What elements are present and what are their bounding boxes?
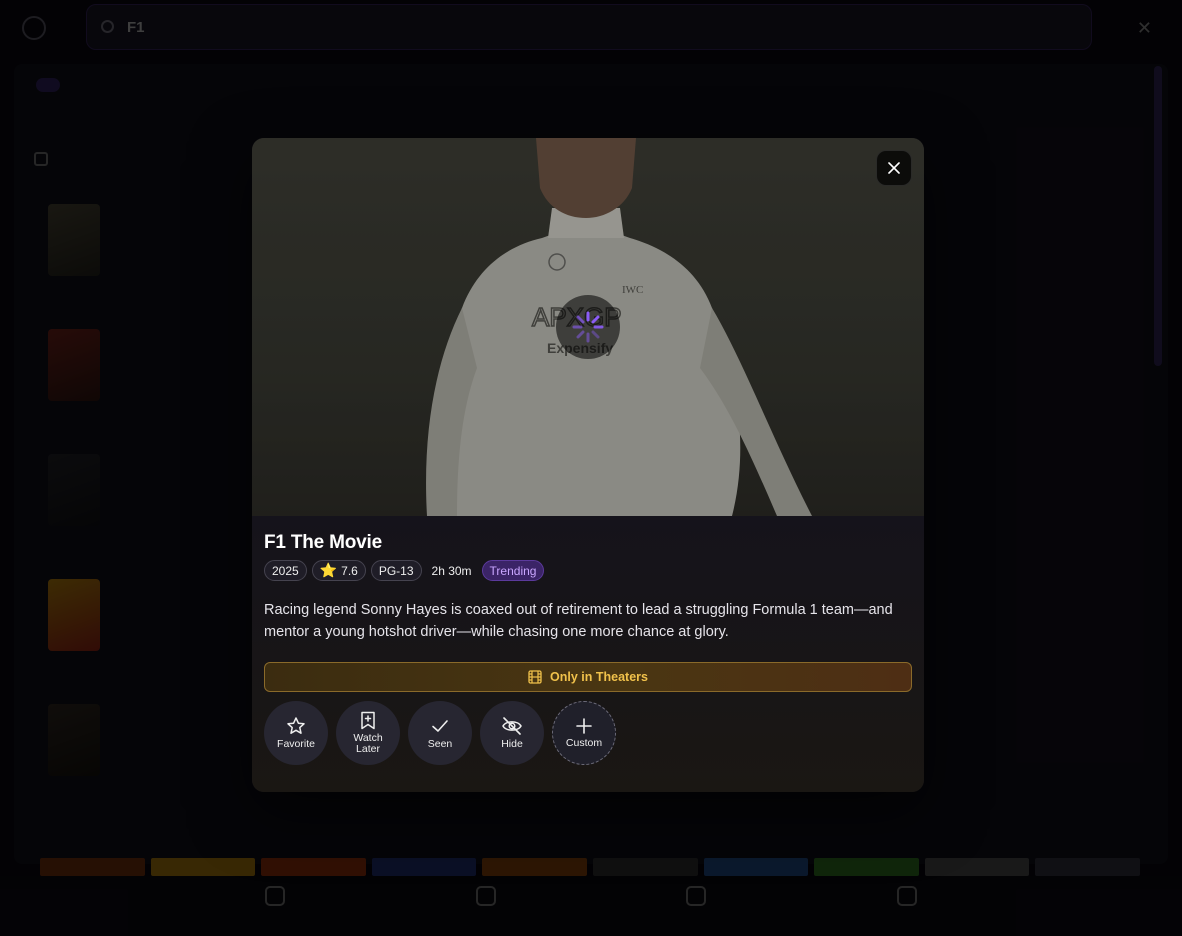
hide-button[interactable]: Hide [480, 701, 544, 765]
availability-banner: Only in Theaters [264, 662, 912, 692]
movie-title: F1 The Movie [264, 532, 382, 553]
custom-list-button[interactable]: Custom [552, 701, 616, 765]
rating-value: 7.6 [341, 563, 358, 578]
close-modal-button[interactable] [876, 150, 912, 186]
film-icon [528, 670, 542, 684]
trending-badge: Trending [481, 560, 545, 581]
star-icon [287, 717, 305, 734]
hero-image: IWC Expensify APXGP [252, 138, 924, 516]
plus-icon [576, 718, 592, 734]
check-icon [432, 720, 448, 732]
watch-later-label: Watch Later [353, 732, 383, 755]
bookmark-icon [361, 711, 375, 730]
star-icon: ⭐ [319, 562, 338, 578]
custom-label: Custom [565, 737, 603, 749]
favorite-label: Favorite [277, 738, 315, 750]
watch-later-button[interactable]: Watch Later [336, 701, 400, 765]
year-chip: 2025 [264, 560, 307, 581]
seen-label: Seen [427, 738, 453, 750]
movie-detail-modal: IWC Expensify APXGP [252, 138, 924, 792]
movie-details: F1 The Movie 2025 ⭐ 7.6 PG-13 2h 30m Tre… [252, 516, 924, 792]
certification-chip: PG-13 [370, 560, 422, 581]
rating-chip: ⭐ 7.6 [311, 560, 366, 581]
availability-label: Only in Theaters [550, 670, 648, 684]
loading-spinner-icon [572, 311, 604, 343]
favorite-button[interactable]: Favorite [264, 701, 328, 765]
eye-off-icon [502, 717, 522, 735]
movie-meta: 2025 ⭐ 7.6 PG-13 2h 30m Trending [264, 560, 545, 581]
seen-button[interactable]: Seen [408, 701, 472, 765]
runtime-chip: 2h 30m [431, 563, 472, 578]
play-trailer-button[interactable] [556, 295, 620, 359]
action-buttons: Favorite Watch Later Seen Hide Custom [264, 701, 616, 765]
hide-label: Hide [501, 738, 523, 750]
movie-description: Racing legend Sonny Hayes is coaxed out … [264, 602, 893, 640]
close-icon [888, 162, 900, 174]
